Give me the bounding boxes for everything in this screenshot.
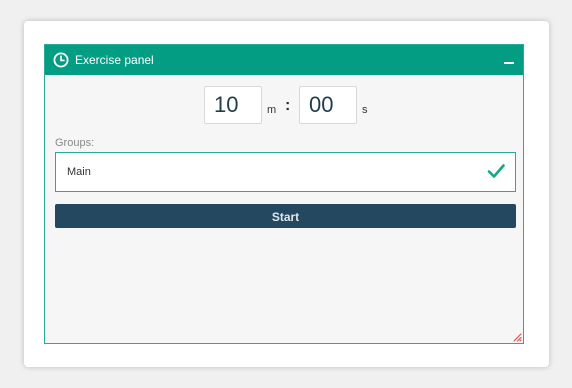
panel-title: Exercise panel <box>75 53 154 67</box>
seconds-unit-label: s <box>362 104 368 116</box>
groups-label: Groups: <box>55 137 95 149</box>
time-separator: : <box>285 97 291 114</box>
groups-selected-value: Main <box>67 166 91 178</box>
groups-select[interactable]: Main <box>55 152 516 192</box>
start-button[interactable]: Start <box>55 204 516 228</box>
minimize-icon[interactable] <box>504 62 514 64</box>
resize-grip-icon[interactable] <box>513 333 522 342</box>
seconds-input[interactable] <box>299 86 357 124</box>
check-icon <box>487 164 505 178</box>
minutes-input[interactable] <box>204 86 262 124</box>
minutes-unit-label: m <box>267 104 277 116</box>
exercise-panel: Exercise panel m : s Groups: Main Start <box>44 44 524 344</box>
clock-icon <box>53 52 69 68</box>
panel-header: Exercise panel <box>45 45 523 75</box>
